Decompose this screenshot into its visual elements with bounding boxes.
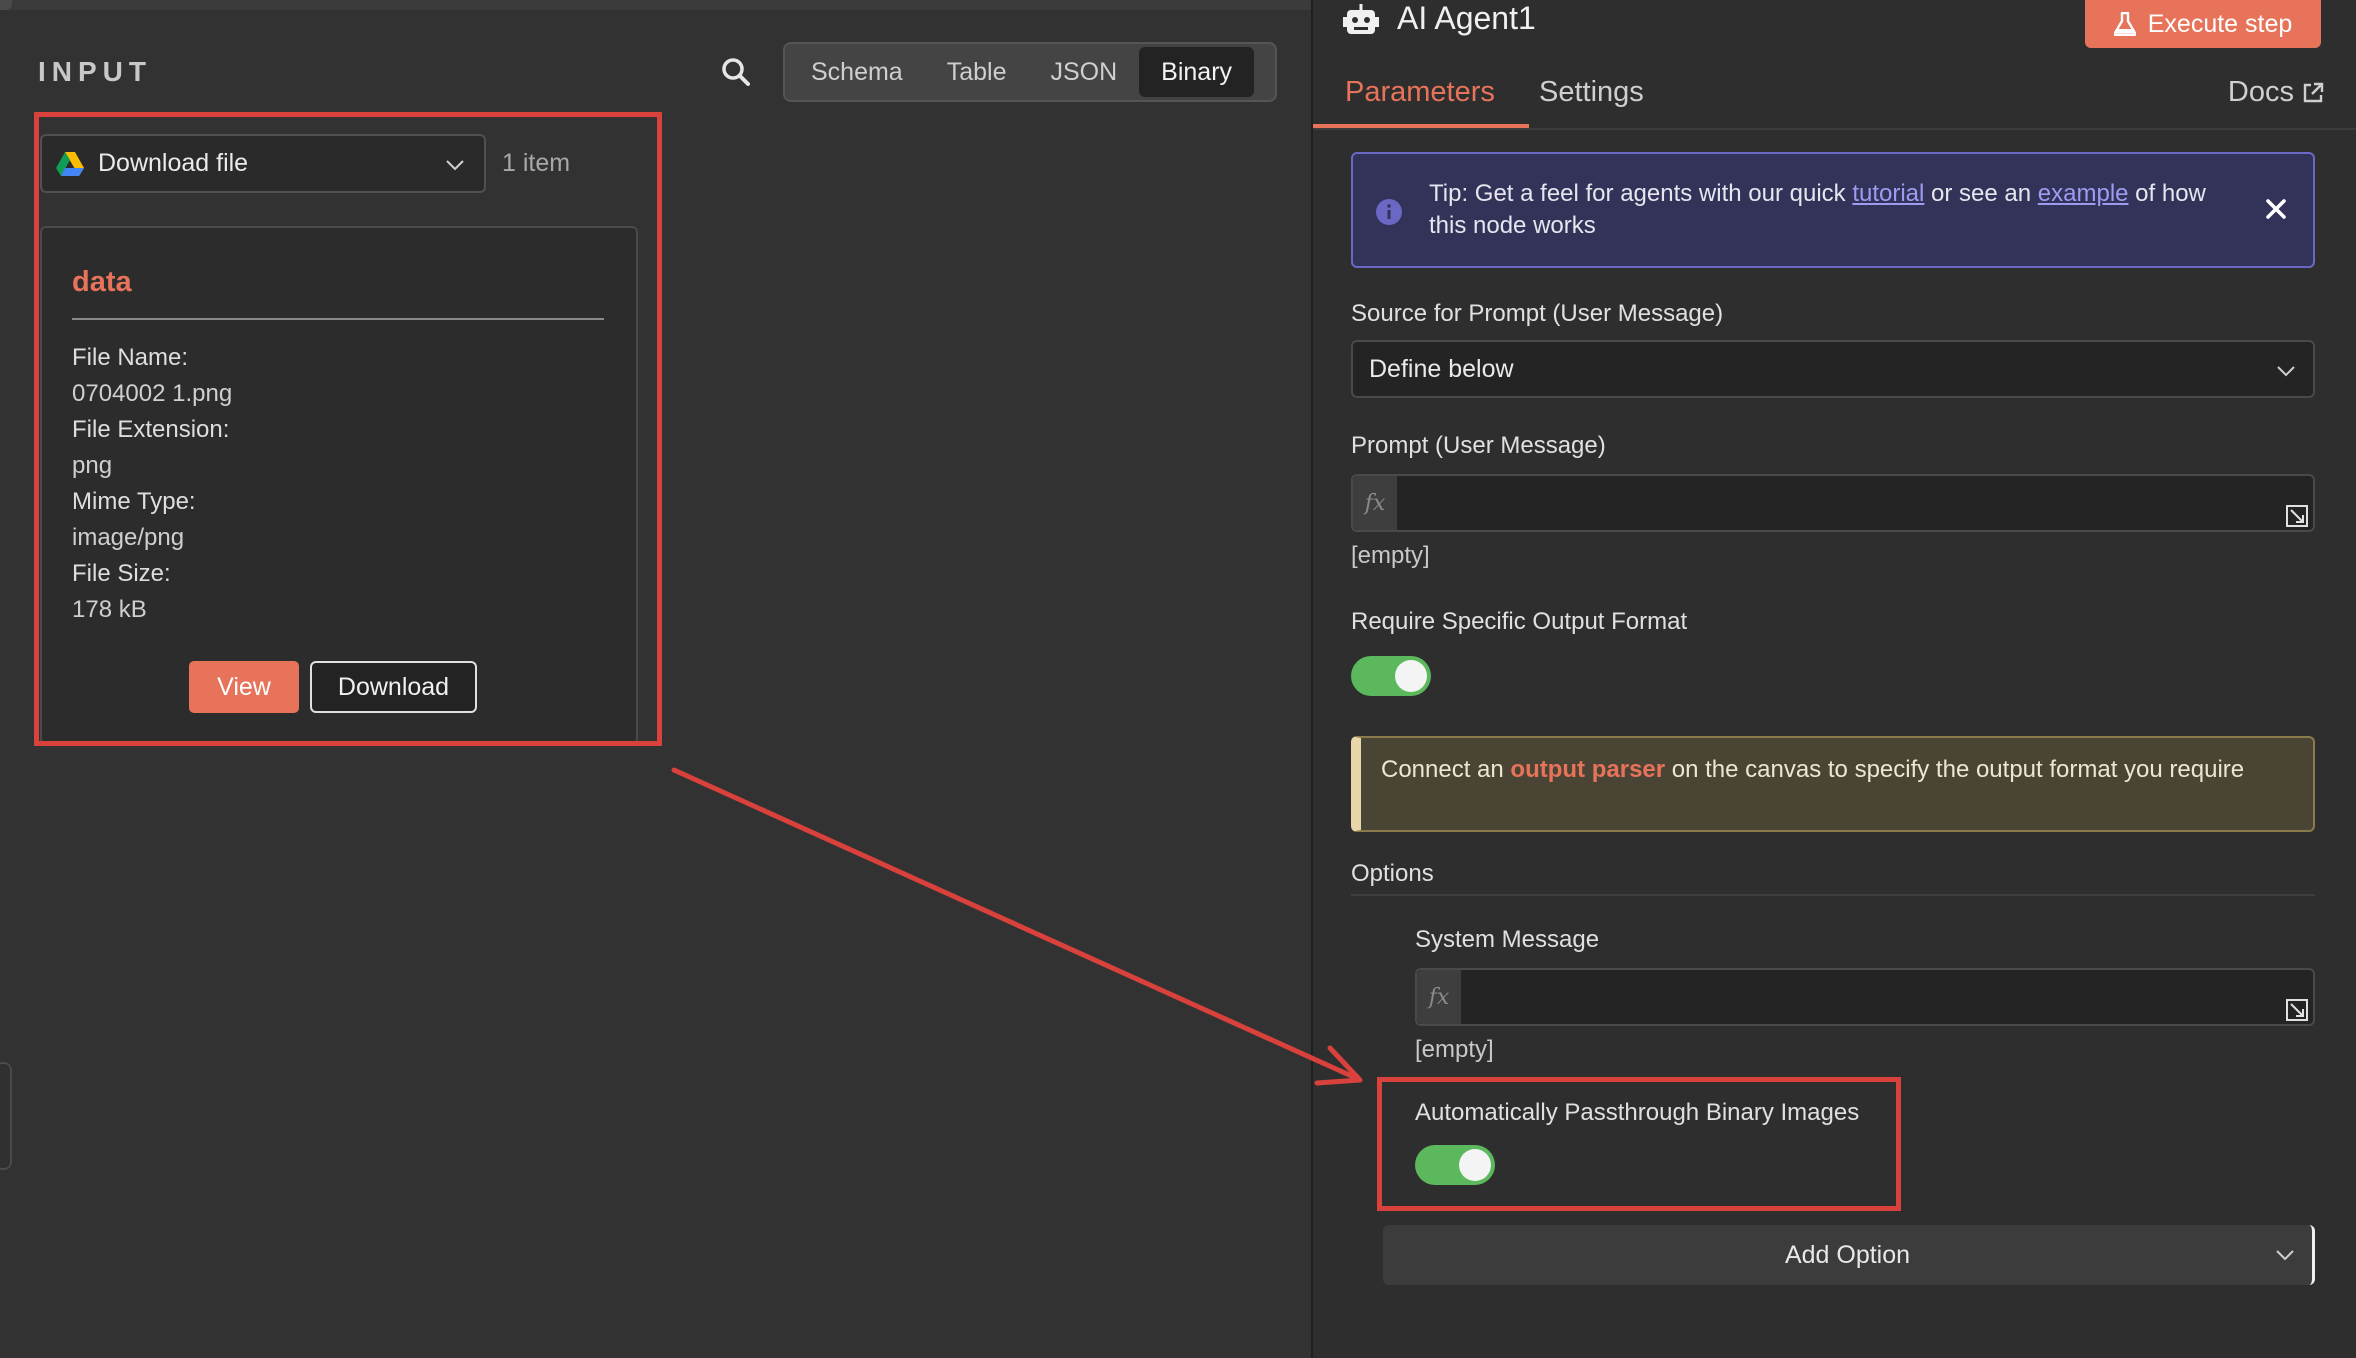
add-option-button[interactable]: Add Option bbox=[1383, 1225, 2315, 1285]
require-format-label: Require Specific Output Format bbox=[1351, 608, 1688, 635]
source-prompt-value: Define below bbox=[1369, 354, 1514, 383]
docs-label: Docs bbox=[2227, 76, 2294, 108]
example-link[interactable]: example bbox=[2038, 180, 2129, 207]
prompt-label: Prompt (User Message) bbox=[1351, 432, 1606, 459]
source-prompt-label: Source for Prompt (User Message) bbox=[1351, 300, 1724, 327]
tab-schema[interactable]: Schema bbox=[789, 47, 925, 97]
search-icon[interactable] bbox=[718, 54, 754, 90]
docs-link[interactable]: Docs bbox=[2228, 76, 2324, 109]
system-message-empty-hint: [empty] bbox=[1415, 1036, 1494, 1063]
tab-json[interactable]: JSON bbox=[1028, 47, 1139, 97]
tip-middle: or see an bbox=[1924, 180, 2038, 207]
tab-table[interactable]: Table bbox=[925, 47, 1029, 97]
tip-text: Tip: Get a feel for agents with our quic… bbox=[1429, 178, 2249, 242]
system-message-input[interactable]: fx bbox=[1415, 968, 2315, 1026]
tutorial-link[interactable]: tutorial bbox=[1852, 180, 1924, 207]
notice-text: Connect an output parser on the canvas t… bbox=[1381, 754, 2261, 785]
flask-icon bbox=[2113, 12, 2136, 36]
tab-settings[interactable]: Settings bbox=[1539, 76, 1644, 109]
input-panel: INPUT Schema Table JSON Binary Download … bbox=[0, 0, 1311, 1358]
prompt-empty-hint: [empty] bbox=[1351, 542, 1430, 569]
parameter-tabs: Parameters Settings Docs bbox=[1313, 70, 2356, 130]
add-option-label: Add Option bbox=[1784, 1240, 1911, 1269]
options-divider bbox=[1351, 894, 2315, 896]
info-icon bbox=[1376, 199, 1402, 225]
input-title: INPUT bbox=[38, 56, 152, 87]
options-label: Options bbox=[1351, 860, 1434, 887]
require-format-toggle[interactable] bbox=[1351, 656, 1431, 696]
chevron-down-icon bbox=[2276, 1250, 2294, 1261]
robot-icon bbox=[1343, 4, 1379, 34]
expand-icon[interactable] bbox=[2285, 998, 2309, 1022]
tab-binary[interactable]: Binary bbox=[1139, 47, 1255, 97]
fx-icon: fx bbox=[1417, 970, 1461, 1024]
collapse-handle[interactable] bbox=[0, 1062, 12, 1170]
notice-prefix: Connect an bbox=[1381, 756, 1511, 783]
chevron-down-icon bbox=[2277, 366, 2295, 377]
output-parser-link[interactable]: output parser bbox=[1510, 756, 1665, 783]
view-mode-tabs: Schema Table JSON Binary bbox=[783, 42, 1277, 102]
execute-step-button[interactable]: Execute step bbox=[2085, 0, 2321, 48]
corner-notch bbox=[0, 0, 12, 10]
top-strip bbox=[0, 0, 1311, 10]
expand-icon[interactable] bbox=[2285, 504, 2309, 528]
toggle-knob bbox=[1395, 660, 1427, 692]
annotation-highlight-passthrough bbox=[1377, 1077, 1901, 1211]
tip-prefix: Tip: Get a feel for agents with our quic… bbox=[1429, 180, 1853, 207]
execute-step-label: Execute step bbox=[2147, 9, 2293, 38]
active-tab-underline bbox=[1313, 124, 1529, 128]
close-icon[interactable] bbox=[2263, 196, 2289, 222]
prompt-input[interactable]: fx bbox=[1351, 474, 2315, 532]
output-parser-notice: Connect an output parser on the canvas t… bbox=[1351, 736, 2315, 832]
system-message-label: System Message bbox=[1415, 926, 1600, 953]
node-parameters-panel: AI Agent1 Execute step Parameters Settin… bbox=[1313, 0, 2356, 1358]
tab-parameters[interactable]: Parameters bbox=[1345, 76, 1495, 109]
notice-suffix: on the canvas to specify the output form… bbox=[1665, 756, 2245, 783]
external-link-icon bbox=[2303, 82, 2324, 102]
source-prompt-select[interactable]: Define below bbox=[1351, 340, 2315, 398]
annotation-highlight-input bbox=[34, 112, 662, 746]
node-title[interactable]: AI Agent1 bbox=[1397, 0, 1536, 37]
tip-callout: Tip: Get a feel for agents with our quic… bbox=[1351, 152, 2315, 268]
fx-icon: fx bbox=[1353, 476, 1397, 530]
